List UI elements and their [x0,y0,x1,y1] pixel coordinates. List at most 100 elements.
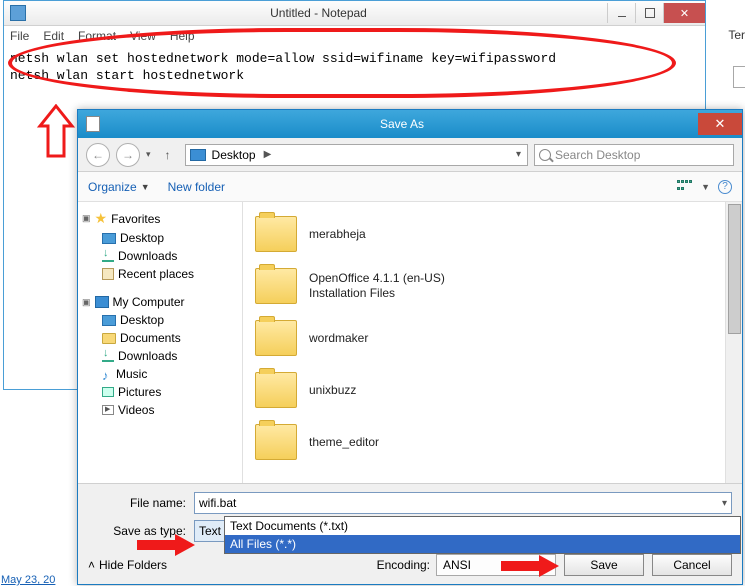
menu-edit[interactable]: Edit [43,29,64,43]
tree-favorites[interactable]: ▣ ★ Favorites [82,208,238,229]
file-label: OpenOffice 4.1.1 (en-US) Installation Fi… [309,271,445,301]
computer-icon [95,296,109,308]
dropdown-option[interactable]: Text Documents (*.txt) [225,517,740,535]
desktop-icon [190,149,206,161]
saveastype-label: Save as type: [88,524,194,538]
filename-label: File name: [88,496,194,510]
folder-icon [255,268,297,304]
notepad-icon [10,5,26,21]
nav-forward-button[interactable]: → [116,143,140,167]
folder-icon [255,424,297,460]
address-location: Desktop [212,148,256,162]
chevron-right-icon[interactable]: ▶ [262,149,274,160]
encoding-label: Encoding: [377,558,436,572]
folder-icon [255,320,297,356]
address-bar[interactable]: Desktop ▶ ▾ [185,144,528,166]
chevron-up-icon: ˄ [88,558,95,572]
hide-folders-button[interactable]: ˄ Hide Folders [88,558,167,572]
search-input[interactable]: Search Desktop [534,144,734,166]
nav-up-button[interactable]: ↑ [157,144,179,166]
document-icon [86,116,100,132]
newfolder-label: New folder [168,180,225,194]
desktop-icon [102,315,116,326]
saveas-dialog: Save As ← → ▾ ↑ Desktop ▶ ▾ Search Deskt… [77,109,743,585]
minimize-button[interactable] [607,3,635,23]
downloads-icon [102,250,114,262]
favorites-label: Favorites [111,212,160,226]
file-list[interactable]: merabheja OpenOffice 4.1.1 (en-US) Insta… [243,202,725,483]
menu-format[interactable]: Format [78,29,116,43]
address-dropdown-icon[interactable]: ▾ [514,149,523,160]
notepad-title: Untitled - Notepad [30,6,607,20]
dropdown-option-selected[interactable]: All Files (*.*) [225,535,740,553]
window-buttons [607,3,705,23]
nav-back-button[interactable]: ← [86,143,110,167]
saveas-titlebar[interactable]: Save As [78,110,742,138]
scroll-thumb[interactable] [728,204,741,334]
collapse-icon: ▣ [82,297,91,308]
list-item[interactable]: wordmaker [251,312,717,364]
tree-computer[interactable]: ▣ My Computer [82,293,238,311]
maximize-button[interactable] [635,3,663,23]
collapse-icon: ▣ [82,213,91,224]
list-item[interactable]: OpenOffice 4.1.1 (en-US) Installation Fi… [251,260,717,312]
tree-item-music[interactable]: Music [82,365,238,383]
list-item[interactable]: merabheja [251,208,717,260]
organize-button[interactable]: Organize ▼ [88,180,150,194]
tree-item-downloads[interactable]: Downloads [82,247,238,265]
chevron-down-icon[interactable]: ▾ [722,498,727,509]
file-label: wordmaker [309,331,368,346]
tree-item-pictures[interactable]: Pictures [82,383,238,401]
folder-icon [255,372,297,408]
menu-help[interactable]: Help [170,29,195,43]
close-button[interactable] [663,3,705,23]
videos-icon [102,405,114,415]
chevron-down-icon: ▾ [544,560,549,571]
vertical-scrollbar[interactable] [725,202,742,483]
tree-item-recent[interactable]: Recent places [82,265,238,283]
newfolder-button[interactable]: New folder [168,180,225,194]
downloads-icon [102,350,114,362]
menu-view[interactable]: View [130,29,156,43]
view-mode-button[interactable] [677,180,693,194]
cancel-button[interactable]: Cancel [652,554,732,576]
tree-item-downloads2[interactable]: Downloads [82,347,238,365]
saveastype-dropdown: Text Documents (*.txt) All Files (*.*) [224,516,741,554]
file-label: unixbuzz [309,383,356,398]
nav-history-dropdown[interactable]: ▾ [146,149,151,160]
save-button[interactable]: Save [564,554,644,576]
view-dropdown-icon[interactable]: ▼ [701,182,710,192]
tree-item-documents[interactable]: Documents [82,329,238,347]
saveas-close-button[interactable] [698,113,742,135]
saveas-toolbar: Organize ▼ New folder ▼ ? [78,172,742,202]
pictures-icon [102,387,114,397]
notepad-titlebar[interactable]: Untitled - Notepad [4,1,705,26]
desktop-icon [102,233,116,244]
hide-folders-label: Hide Folders [99,558,167,572]
encoding-value: ANSI [443,558,471,572]
computer-label: My Computer [113,295,185,309]
background-date-link[interactable]: May 23, 20 [1,574,55,586]
notepad-text-area[interactable]: netsh wlan set hostednetwork mode=allow … [4,46,705,88]
list-item[interactable]: unixbuzz [251,364,717,416]
background-field-fragment [733,66,745,88]
file-label: merabheja [309,227,366,242]
filename-value: wifi.bat [199,496,236,510]
organize-label: Organize [88,180,137,194]
nav-tree: ▣ ★ Favorites Desktop Downloads Recent p… [78,202,243,483]
tree-item-videos[interactable]: Videos [82,401,238,419]
saveas-navbar: ← → ▾ ↑ Desktop ▶ ▾ Search Desktop [78,138,742,172]
recent-icon [102,268,114,280]
search-icon [539,149,551,161]
encoding-select[interactable]: ANSI ▾ [436,554,556,576]
list-item[interactable]: theme_editor [251,416,717,468]
tree-item-desktop2[interactable]: Desktop [82,311,238,329]
menu-file[interactable]: File [10,29,29,43]
search-placeholder: Search Desktop [555,148,640,162]
saveas-body: ▣ ★ Favorites Desktop Downloads Recent p… [78,202,742,483]
help-icon[interactable]: ? [718,180,732,194]
filename-input[interactable]: wifi.bat ▾ [194,492,732,514]
tree-item-desktop[interactable]: Desktop [82,229,238,247]
music-icon [102,368,112,380]
saveas-title: Save As [106,117,698,131]
